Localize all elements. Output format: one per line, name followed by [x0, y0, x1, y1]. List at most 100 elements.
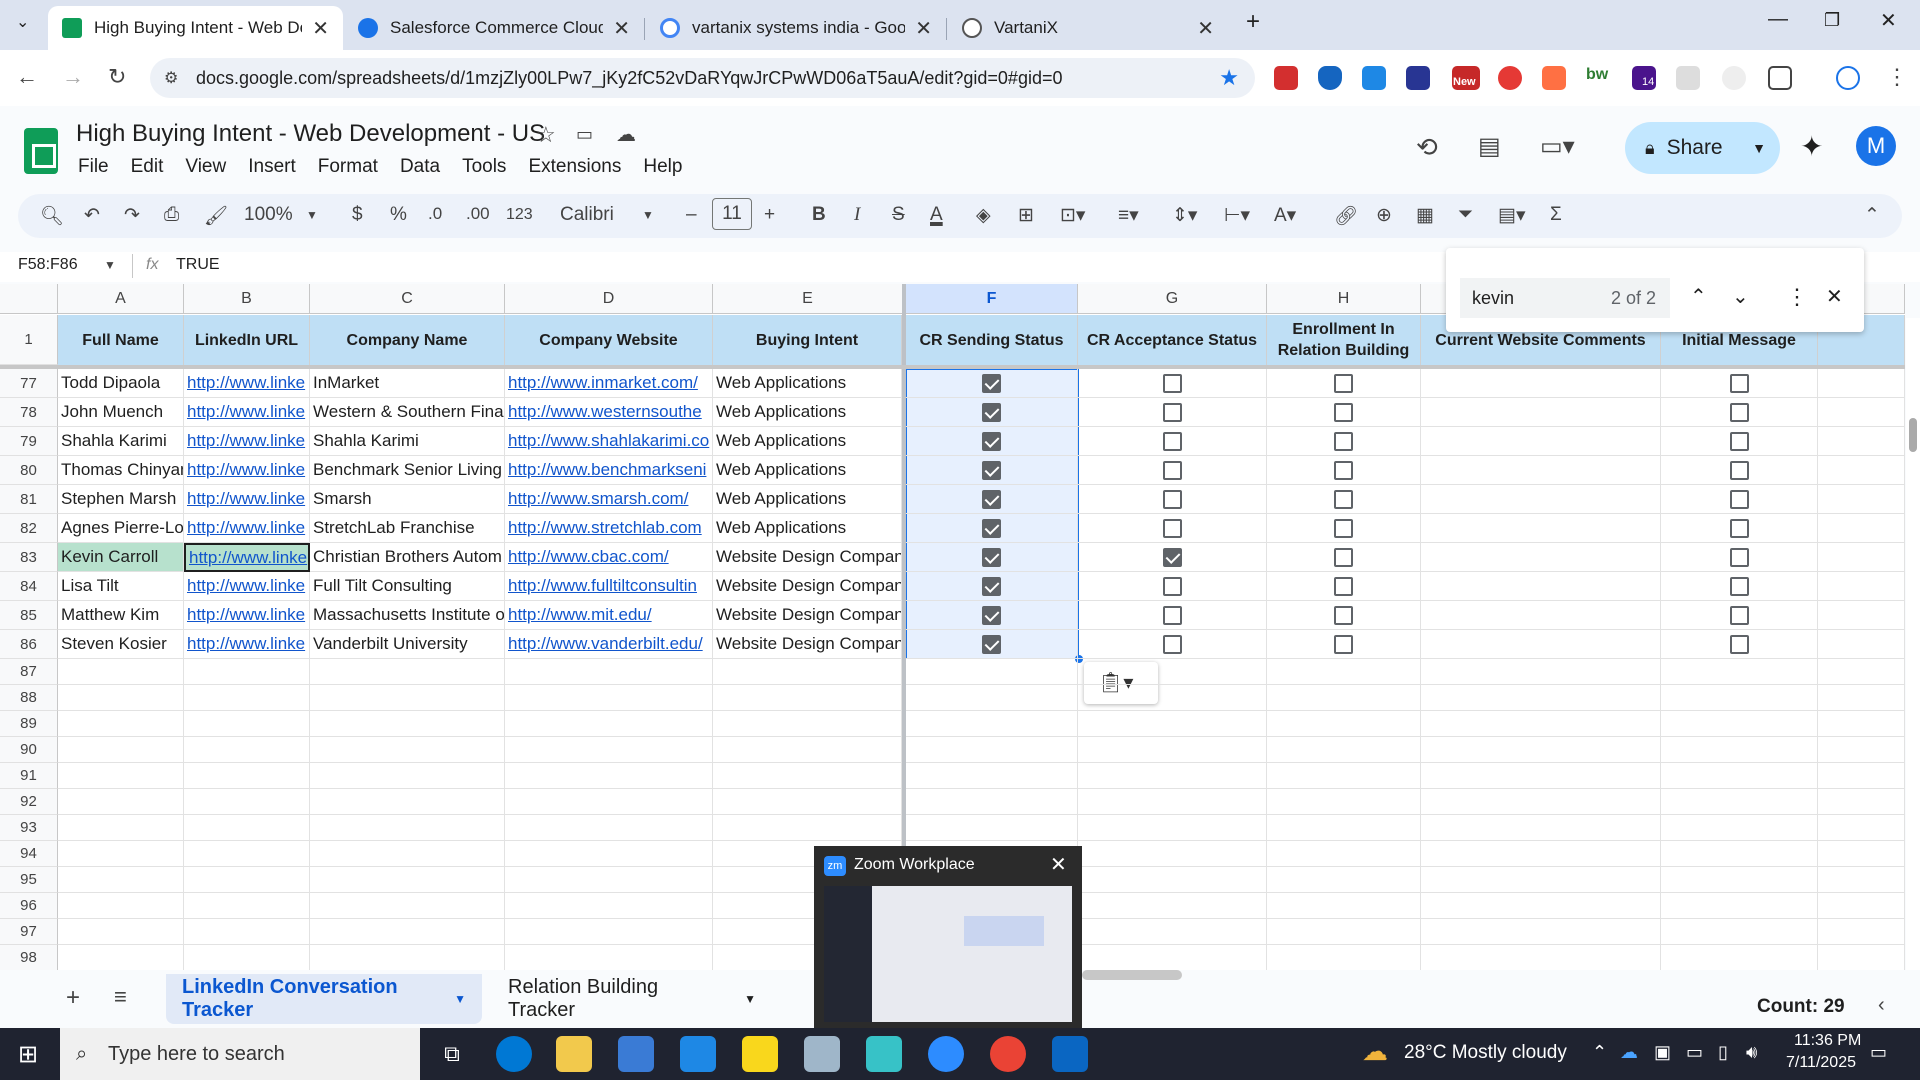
- empty-cell[interactable]: [310, 763, 505, 789]
- empty-cell[interactable]: [58, 789, 184, 815]
- undo-icon[interactable]: ↶: [84, 204, 100, 227]
- checkbox[interactable]: [1729, 489, 1749, 509]
- menu-data[interactable]: Data: [400, 156, 440, 178]
- address-bar[interactable]: ⚙ docs.google.com/spreadsheets/d/1mzjZly…: [150, 58, 1255, 98]
- cell-company[interactable]: Benchmark Senior Living: [310, 456, 505, 485]
- weather-icon[interactable]: ☁: [1362, 1036, 1388, 1067]
- print-icon[interactable]: ⎙: [164, 204, 179, 226]
- checkbox[interactable]: [1162, 518, 1182, 538]
- empty-cell[interactable]: [184, 789, 310, 815]
- empty-cell[interactable]: [1267, 945, 1421, 970]
- menu-view[interactable]: View: [185, 156, 226, 178]
- mail-icon[interactable]: [680, 1036, 716, 1072]
- select-all-corner[interactable]: [0, 284, 58, 314]
- empty-cell[interactable]: [505, 685, 713, 711]
- all-sheets-icon[interactable]: ≡: [114, 984, 127, 1010]
- empty-cell[interactable]: [1421, 893, 1661, 919]
- empty-cell[interactable]: [1267, 841, 1421, 867]
- empty-cell[interactable]: [1661, 841, 1818, 867]
- column-header-e[interactable]: E: [713, 284, 903, 314]
- tab-search-chevron-icon[interactable]: ⌄: [16, 12, 29, 32]
- text-color-icon[interactable]: A: [930, 204, 943, 226]
- empty-cell[interactable]: [1818, 514, 1905, 543]
- empty-cell[interactable]: [1421, 485, 1661, 514]
- italic-button[interactable]: I: [854, 204, 860, 226]
- empty-cell[interactable]: [1421, 815, 1661, 841]
- empty-cell[interactable]: [1078, 867, 1267, 893]
- cell-url[interactable]: http://www.linke: [184, 369, 310, 398]
- empty-cell[interactable]: [58, 867, 184, 893]
- sticky-notes-icon[interactable]: [742, 1036, 778, 1072]
- network-icon[interactable]: ▯: [1718, 1042, 1728, 1063]
- menu-format[interactable]: Format: [318, 156, 378, 178]
- cell-url[interactable]: http://www.linke: [184, 543, 310, 572]
- empty-cell[interactable]: [505, 893, 713, 919]
- empty-cell[interactable]: [1661, 737, 1818, 763]
- reload-icon[interactable]: ↻: [108, 64, 126, 90]
- checkbox[interactable]: [1334, 402, 1353, 422]
- zoom-select[interactable]: 100%: [244, 204, 293, 226]
- checkbox[interactable]: [1729, 460, 1749, 480]
- cell-company[interactable]: Smarsh: [310, 485, 505, 514]
- cell-company[interactable]: Shahla Karimi: [310, 427, 505, 456]
- cell-url[interactable]: http://www.linke: [184, 601, 310, 630]
- show-hidden-icons[interactable]: ⌃: [1592, 1042, 1607, 1063]
- font-dropdown-icon[interactable]: ▼: [642, 208, 654, 222]
- checkbox[interactable]: [982, 402, 1001, 422]
- collapse-menus-icon[interactable]: ⌃: [1864, 204, 1880, 227]
- empty-cell[interactable]: [906, 711, 1078, 737]
- browser-tab-1[interactable]: High Buying Intent - Web Deve ✕: [48, 6, 343, 50]
- row-header[interactable]: 86: [0, 630, 58, 659]
- empty-cell[interactable]: [1421, 945, 1661, 970]
- empty-cell[interactable]: [1421, 841, 1661, 867]
- currency-format-button[interactable]: $: [352, 204, 363, 226]
- empty-cell[interactable]: [1661, 919, 1818, 945]
- empty-cell[interactable]: [1421, 867, 1661, 893]
- vertical-align-icon[interactable]: ⇕▾: [1172, 204, 1197, 227]
- window-close-icon[interactable]: ✕: [1880, 8, 1897, 33]
- empty-cell[interactable]: [58, 685, 184, 711]
- cell-website[interactable]: http://www.benchmarkseni: [505, 456, 713, 485]
- grey-extension-icon[interactable]: [1676, 66, 1700, 90]
- checkbox[interactable]: [1334, 576, 1353, 596]
- checkbox[interactable]: [1334, 431, 1353, 451]
- acrobat-extension-icon[interactable]: [1274, 66, 1298, 90]
- zoom-dropdown-icon[interactable]: ▼: [306, 208, 318, 222]
- counter-extension-icon[interactable]: 14: [1632, 66, 1656, 90]
- empty-cell[interactable]: [184, 685, 310, 711]
- cell-url[interactable]: http://www.linke: [184, 398, 310, 427]
- more-options-icon[interactable]: ⋮: [1786, 284, 1808, 310]
- close-icon[interactable]: ✕: [312, 16, 329, 41]
- empty-cell[interactable]: [505, 659, 713, 685]
- empty-cell[interactable]: [310, 711, 505, 737]
- side-panel-chevron-icon[interactable]: ‹: [1878, 994, 1885, 1017]
- empty-cell[interactable]: [58, 815, 184, 841]
- checkbox[interactable]: [982, 489, 1001, 509]
- close-icon[interactable]: ✕: [1197, 16, 1214, 41]
- checkbox[interactable]: [1334, 373, 1353, 393]
- empty-cell[interactable]: [1818, 601, 1905, 630]
- cell-intent[interactable]: Web Applications: [713, 514, 902, 543]
- insert-comment-icon[interactable]: ⊕: [1376, 204, 1392, 227]
- empty-cell[interactable]: [184, 711, 310, 737]
- checkbox[interactable]: [1334, 547, 1353, 567]
- comments-icon[interactable]: ▤: [1478, 132, 1501, 161]
- empty-cell[interactable]: [1661, 685, 1818, 711]
- star-icon[interactable]: ☆: [536, 122, 556, 148]
- checkbox[interactable]: [1729, 634, 1749, 654]
- row-header[interactable]: 90: [0, 737, 58, 763]
- cell-name[interactable]: Shahla Karimi: [58, 427, 184, 456]
- document-extension-icon[interactable]: [1362, 66, 1386, 90]
- increase-decimal-button[interactable]: .00: [466, 204, 490, 224]
- cell-company[interactable]: InMarket: [310, 369, 505, 398]
- name-box[interactable]: F58:F86: [18, 256, 78, 274]
- row-header[interactable]: 79: [0, 427, 58, 456]
- row-header[interactable]: 97: [0, 919, 58, 945]
- empty-cell[interactable]: [713, 711, 902, 737]
- cell-website[interactable]: http://www.inmarket.com/: [505, 369, 713, 398]
- row-header[interactable]: 89: [0, 711, 58, 737]
- empty-cell[interactable]: [1421, 456, 1661, 485]
- empty-cell[interactable]: [58, 841, 184, 867]
- forward-icon[interactable]: →: [62, 64, 84, 90]
- empty-cell[interactable]: [1421, 630, 1661, 659]
